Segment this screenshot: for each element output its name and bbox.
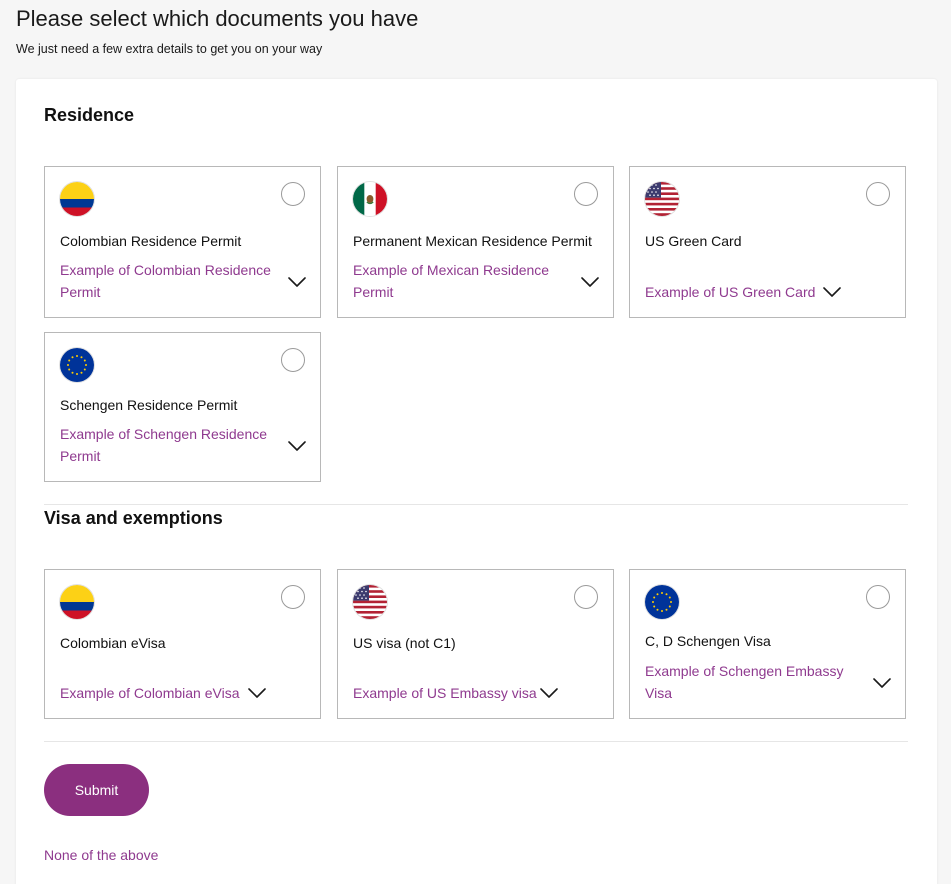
document-title: Permanent Mexican Residence Permit	[353, 233, 592, 249]
document-card-colombian-residence-permit[interactable]: Colombian Residence Permit Example of Co…	[44, 166, 321, 318]
page-title: Please select which documents you have	[16, 6, 419, 31]
none-of-the-above-link[interactable]: None of the above	[44, 847, 158, 863]
example-link[interactable]: Example of Colombian Residence Permit	[60, 259, 280, 303]
colombia-flag-icon	[60, 182, 94, 216]
select-radio[interactable]	[281, 348, 305, 372]
chevron-down-icon[interactable]	[248, 687, 266, 699]
document-card-colombian-evisa[interactable]: Colombian eVisa Example of Colombian eVi…	[44, 569, 321, 719]
chevron-down-icon[interactable]	[288, 276, 306, 288]
document-card-schengen-residence-permit[interactable]: Schengen Residence Permit Example of Sch…	[44, 332, 321, 482]
select-radio[interactable]	[866, 585, 890, 609]
usa-flag-icon	[353, 585, 387, 619]
example-link[interactable]: Example of Schengen Residence Permit	[60, 423, 280, 467]
section-title-residence: Residence	[44, 105, 135, 125]
document-card-schengen-visa[interactable]: C, D Schengen Visa Example of Schengen E…	[629, 569, 906, 719]
document-title: US Green Card	[645, 233, 742, 249]
document-title: US visa (not C1)	[353, 635, 456, 651]
document-card-us-visa[interactable]: US visa (not C1) Example of US Embassy v…	[337, 569, 614, 719]
document-card-us-green-card[interactable]: US Green Card Example of US Green Card	[629, 166, 906, 318]
section-title-visa: Visa and exemptions	[44, 508, 223, 528]
select-radio[interactable]	[574, 182, 598, 206]
document-title: Colombian Residence Permit	[60, 233, 242, 249]
select-radio[interactable]	[281, 585, 305, 609]
mexico-flag-icon	[353, 182, 387, 216]
page-subtitle: We just need a few extra details to get …	[16, 42, 323, 56]
example-link[interactable]: Example of US Green Card	[645, 281, 815, 303]
section-divider	[44, 504, 908, 505]
document-title: Colombian eVisa	[60, 635, 166, 651]
example-link[interactable]: Example of Mexican Residence Permit	[353, 259, 573, 303]
chevron-down-icon[interactable]	[823, 286, 841, 298]
select-radio[interactable]	[574, 585, 598, 609]
documents-panel: Residence Colombian Residence Permit Exa…	[16, 79, 937, 884]
example-link[interactable]: Example of Colombian eVisa	[60, 682, 240, 704]
eu-flag-icon	[645, 585, 679, 619]
colombia-flag-icon	[60, 585, 94, 619]
example-link[interactable]: Example of Schengen Embassy Visa	[645, 660, 865, 704]
document-title: C, D Schengen Visa	[645, 633, 771, 649]
select-radio[interactable]	[866, 182, 890, 206]
select-radio[interactable]	[281, 182, 305, 206]
chevron-down-icon[interactable]	[288, 440, 306, 452]
eu-flag-icon	[60, 348, 94, 382]
submit-button[interactable]: Submit	[44, 764, 149, 816]
chevron-down-icon[interactable]	[581, 276, 599, 288]
example-link[interactable]: Example of US Embassy visa	[353, 682, 537, 704]
section-divider	[44, 741, 908, 742]
document-card-mexican-residence-permit[interactable]: Permanent Mexican Residence Permit Examp…	[337, 166, 614, 318]
page: Please select which documents you have W…	[0, 0, 951, 884]
chevron-down-icon[interactable]	[873, 677, 891, 689]
chevron-down-icon[interactable]	[540, 687, 558, 699]
usa-flag-icon	[645, 182, 679, 216]
document-title: Schengen Residence Permit	[60, 397, 238, 413]
